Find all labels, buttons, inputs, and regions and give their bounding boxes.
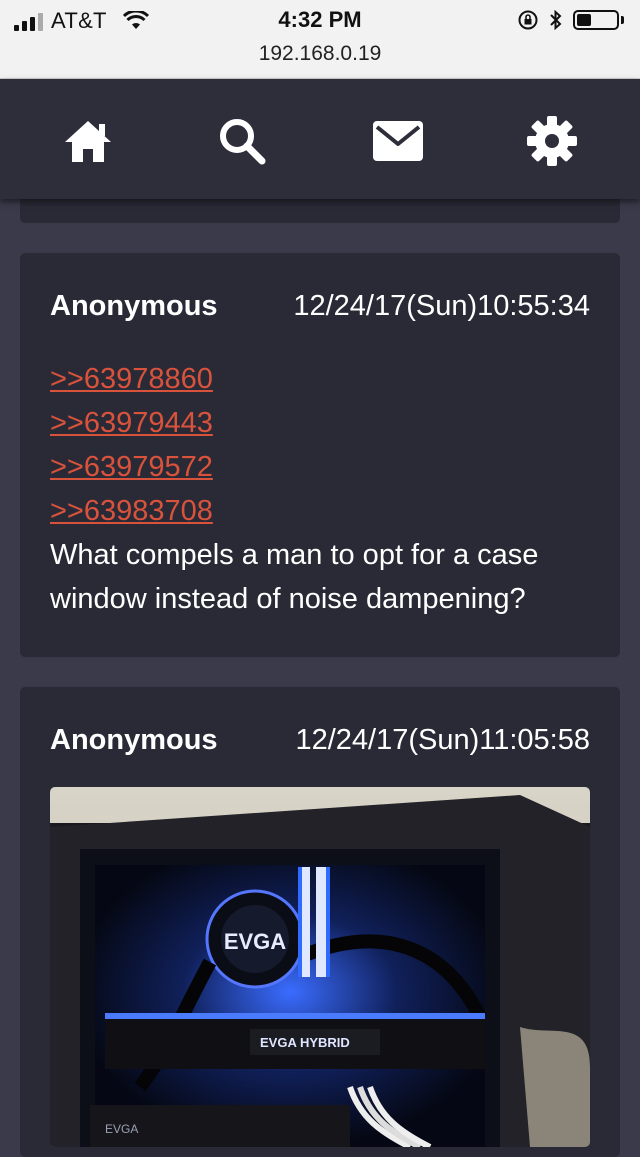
gpu-label: EVGA HYBRID [260,1035,350,1050]
post-card: Anonymous 12/24/17(Sun)11:05:58 EVGA EVG… [20,687,620,1157]
home-icon [65,121,111,162]
status-right [517,9,624,31]
address-url[interactable]: 192.168.0.19 [0,42,640,66]
post-header: Anonymous 12/24/17(Sun)10:55:34 [50,286,590,326]
pump-label: EVGA [224,929,286,954]
gear-icon [527,116,577,166]
reply-links: >>63978860 >>63979443 >>63979572 >>63983… [50,357,213,533]
rotation-lock-icon [518,10,538,30]
post-body: What compels a man to opt for a case win… [50,539,539,615]
post-header: Anonymous 12/24/17(Sun)11:05:58 [50,720,590,760]
mail-button[interactable] [370,113,426,169]
search-button[interactable] [214,113,270,169]
mail-icon [373,121,423,161]
post-datetime: 12/24/17(Sun)11:05:58 [295,723,590,756]
reply-link[interactable]: >>63979443 [50,401,213,445]
battery-nub [621,16,624,24]
reply-link[interactable]: >>63979572 [50,445,213,489]
psu-label: EVGA [105,1122,138,1136]
top-navbar [0,79,640,199]
pc-build-photo: EVGA EVGA HYBRID EVGA [50,787,590,1147]
settings-button[interactable] [524,113,580,169]
search-icon [220,119,266,165]
status-bar: AT&T 4:32 PM 192.168.0.19 [0,0,640,79]
post-datetime: 12/24/17(Sun)10:55:34 [293,289,590,322]
bluetooth-icon [550,9,562,31]
reply-link[interactable]: >>63978860 [50,357,213,401]
post-card: Anonymous 12/24/17(Sun)10:55:34 >>639788… [20,253,620,657]
battery-icon [573,10,619,30]
reply-link[interactable]: >>63983708 [50,489,213,533]
post-author: Anonymous [50,723,218,756]
post-image[interactable]: EVGA EVGA HYBRID EVGA [50,787,590,1147]
home-button[interactable] [60,113,116,169]
post-author: Anonymous [50,289,218,322]
